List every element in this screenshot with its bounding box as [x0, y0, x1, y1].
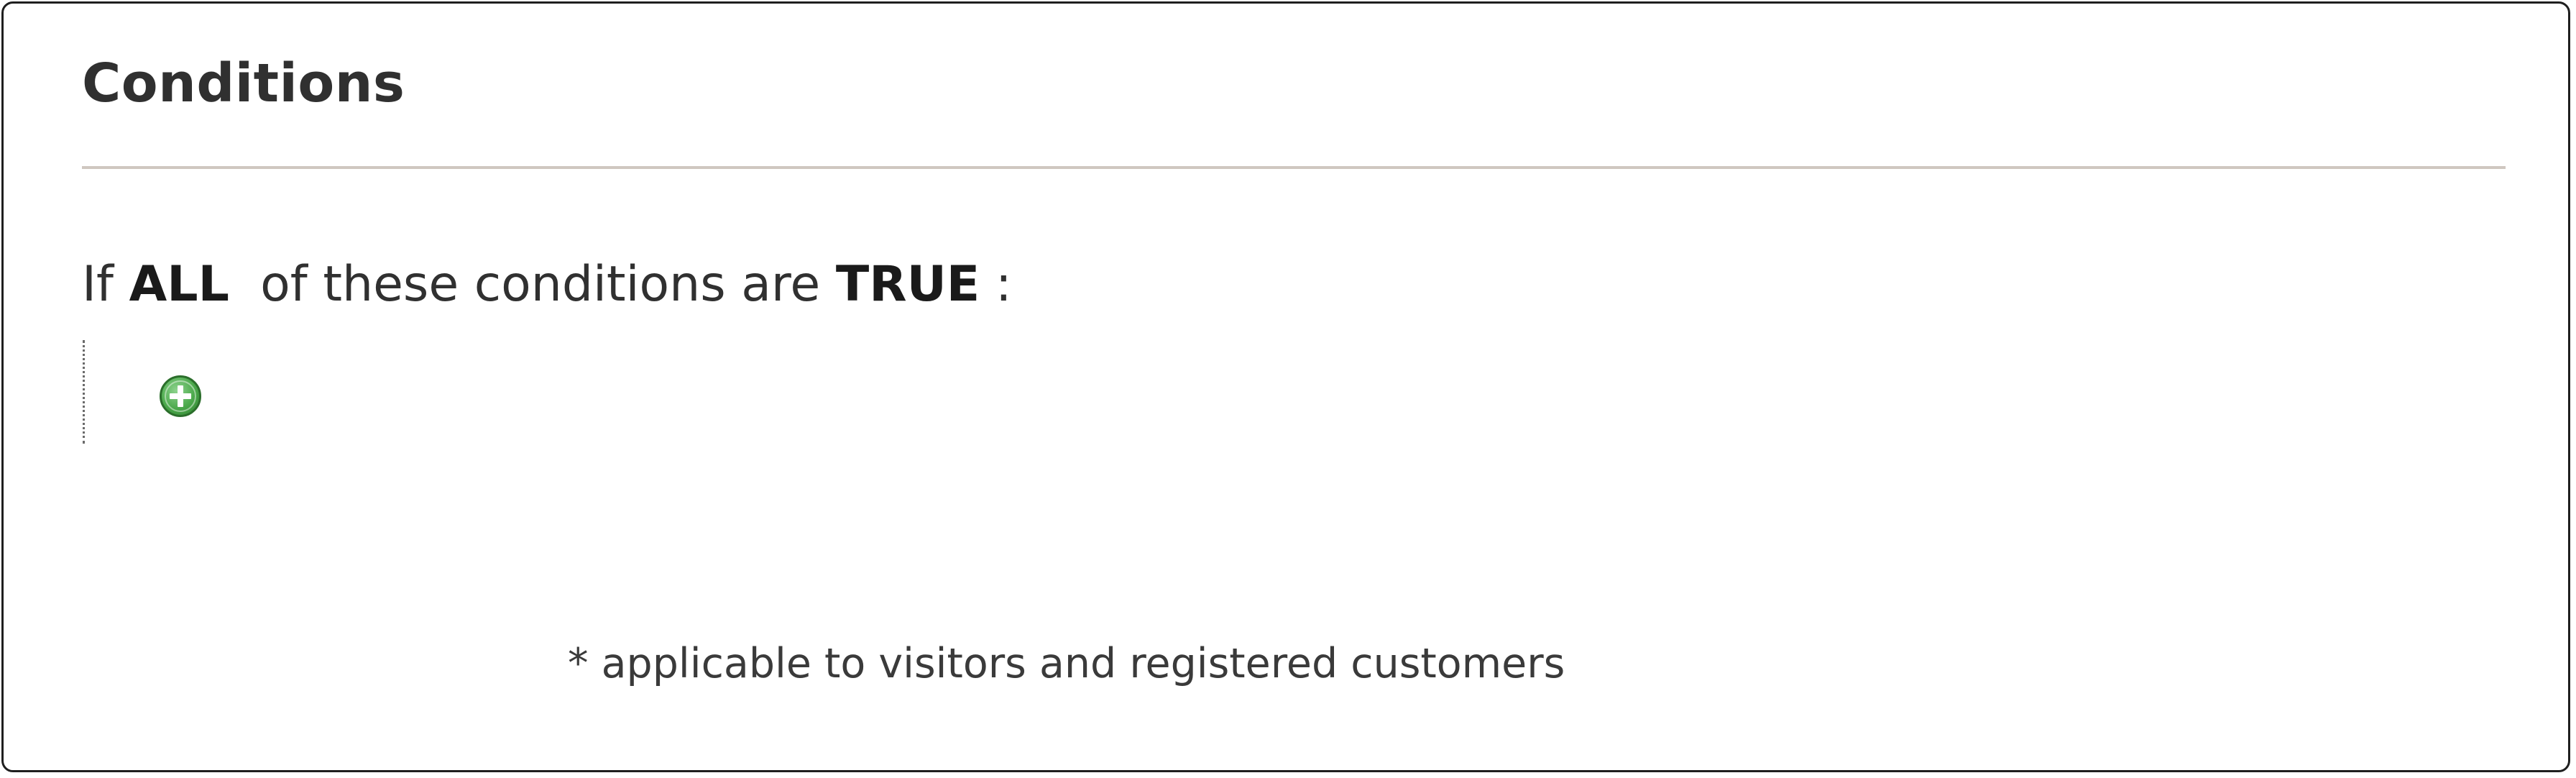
condition-suffix: :	[995, 256, 1012, 313]
condition-middle-text: of these conditions are	[260, 256, 821, 313]
section-title: Conditions	[82, 52, 405, 114]
title-divider	[82, 166, 2506, 169]
condition-tree-line	[83, 340, 85, 444]
condition-prefix: If	[82, 256, 114, 313]
aggregator-selector[interactable]: ALL	[129, 256, 229, 313]
footnote: * applicable to visitors and registered …	[568, 640, 1565, 687]
value-selector[interactable]: TRUE	[836, 256, 980, 313]
condition-statement: If ALL of these conditions are TRUE :	[82, 260, 1012, 309]
plus-icon-vertical	[178, 385, 183, 407]
add-condition-button[interactable]	[160, 375, 201, 417]
conditions-panel: Conditions If ALL of these conditions ar…	[1, 1, 2570, 772]
